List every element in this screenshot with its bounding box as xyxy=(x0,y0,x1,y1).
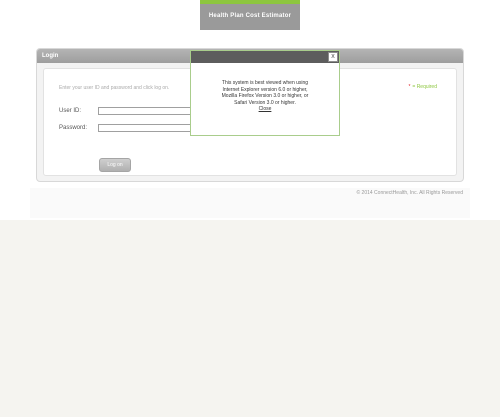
close-icon[interactable]: x xyxy=(328,52,338,62)
log-on-button[interactable]: Log on xyxy=(99,158,131,172)
copyright-text: © 2014 ConnectHealth, Inc. All Rights Re… xyxy=(356,190,463,196)
password-label: Password: xyxy=(59,125,88,131)
required-legend: * = Required xyxy=(408,84,437,90)
dialog-titlebar: x xyxy=(191,51,339,63)
dialog-close-link[interactable]: Close xyxy=(259,106,272,113)
required-star: * xyxy=(408,84,411,90)
site-logo: Health Plan Cost Estimator xyxy=(200,0,300,30)
user-id-label: User ID: xyxy=(59,108,82,114)
dialog-message: This system is best viewed when using In… xyxy=(191,63,339,113)
browser-notice-dialog: x This system is best viewed when using … xyxy=(190,50,340,136)
site-logo-text: Health Plan Cost Estimator xyxy=(208,13,292,19)
login-instructions: Enter your user ID and password and clic… xyxy=(59,85,170,91)
required-text: = Required xyxy=(412,84,437,90)
